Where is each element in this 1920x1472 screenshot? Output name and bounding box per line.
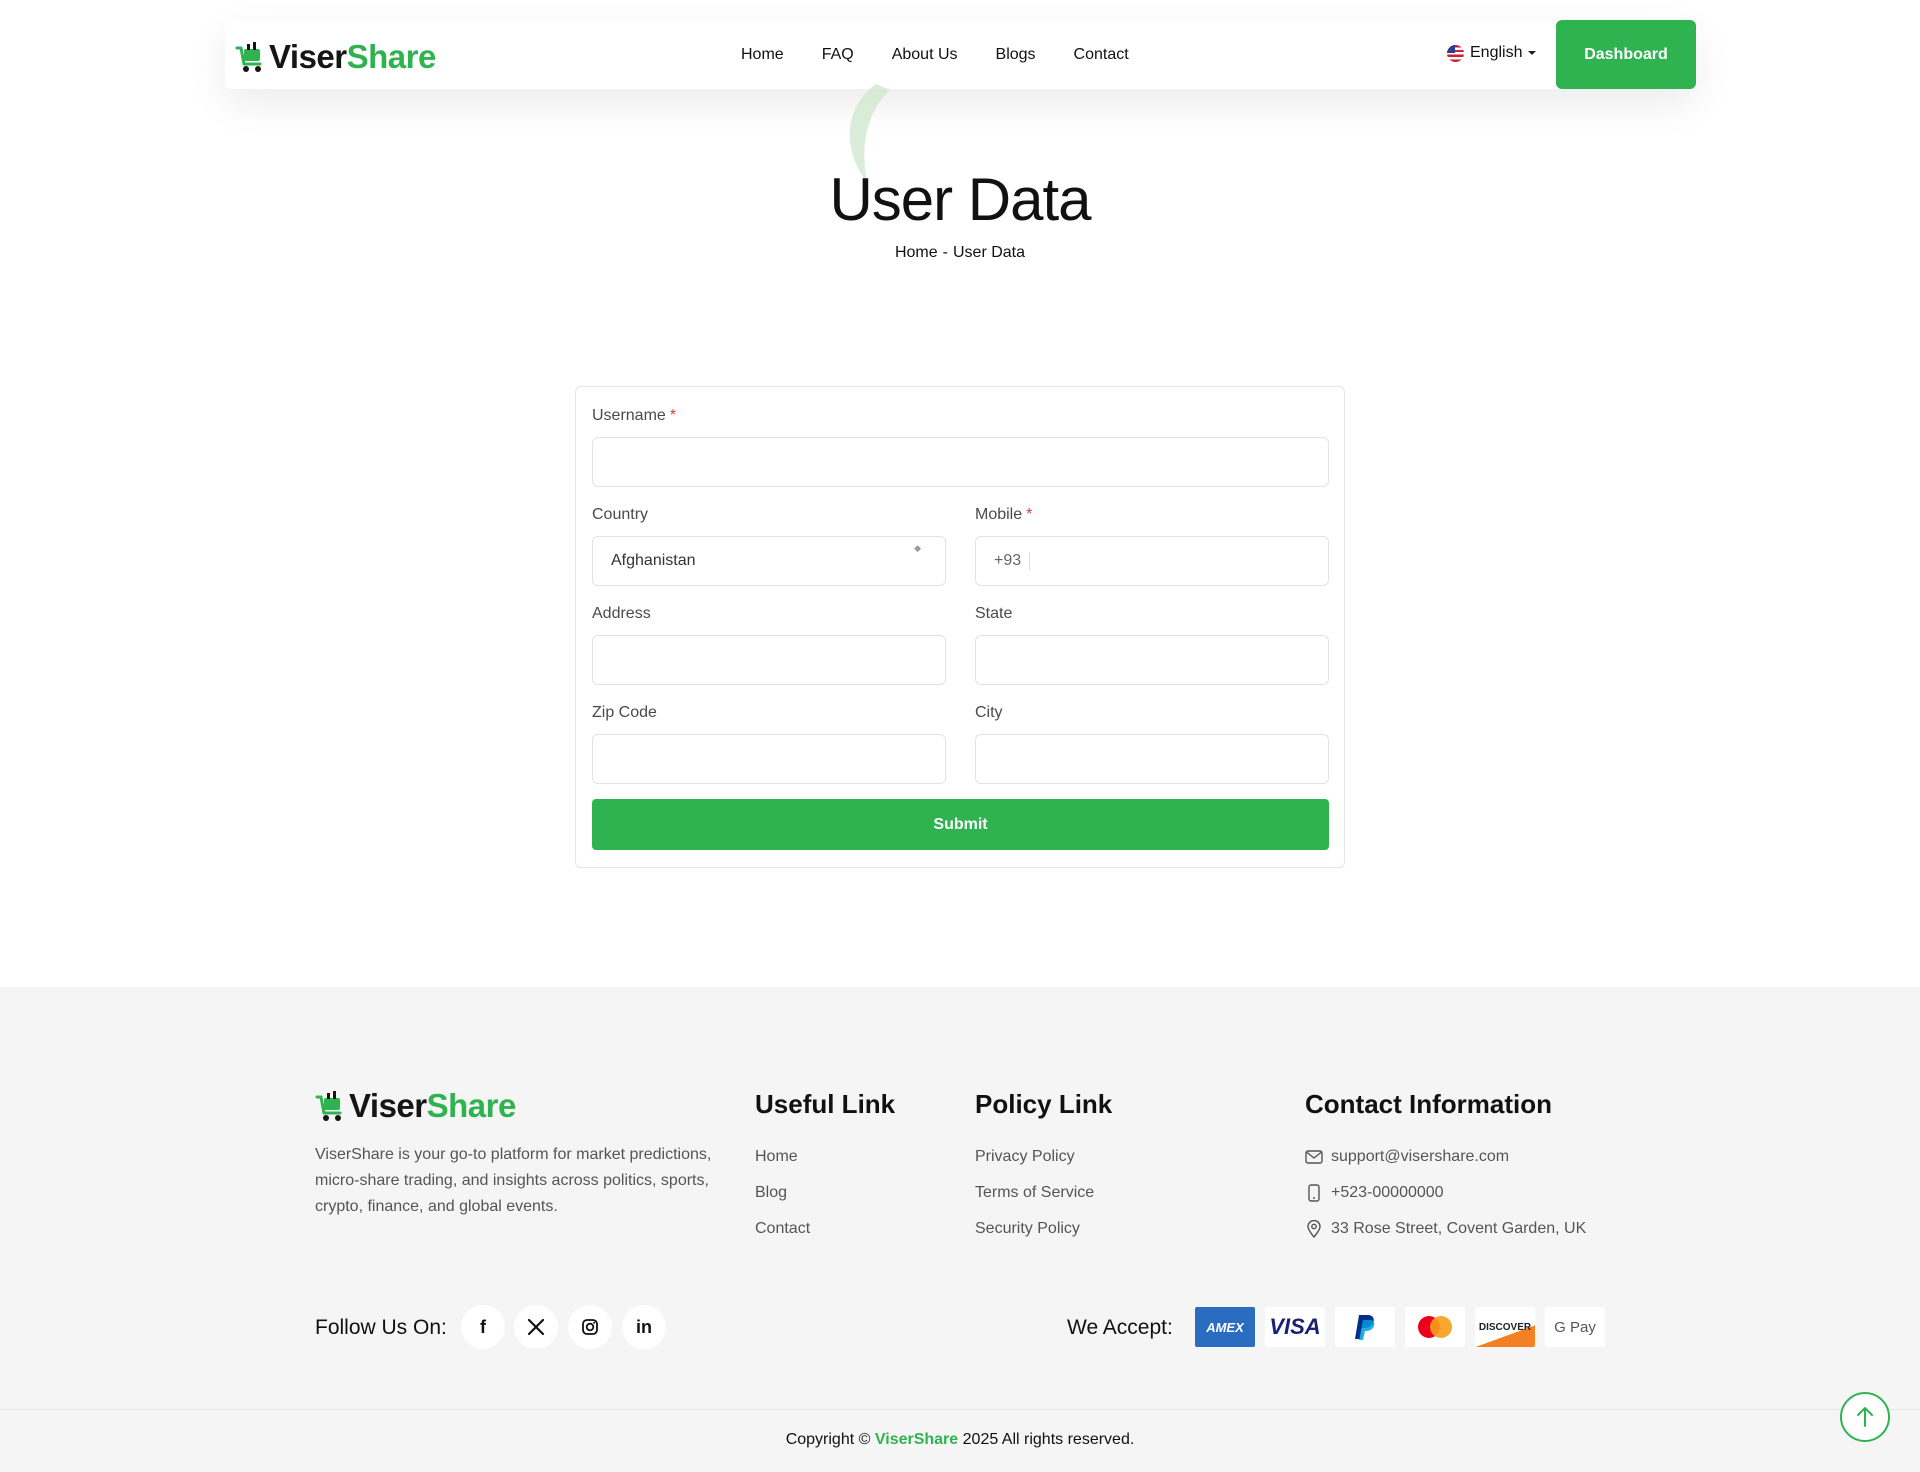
city-input[interactable]	[975, 734, 1329, 784]
page-title: User Data	[829, 166, 1091, 233]
contact-email[interactable]: support@visershare.com	[1305, 1139, 1586, 1175]
copyright-prefix: Copyright ©	[785, 1431, 871, 1448]
policy-link-list: Privacy Policy Terms of Service Security…	[975, 1139, 1094, 1247]
state-label: State	[975, 605, 1013, 622]
footer-link-contact[interactable]: Contact	[755, 1211, 810, 1247]
breadcrumb-separator: -	[942, 244, 948, 261]
mastercard-icon	[1405, 1307, 1465, 1347]
nav-contact[interactable]: Contact	[1074, 46, 1129, 64]
chevron-down-icon	[1528, 51, 1537, 55]
copyright-suffix: 2025 All rights reserved.	[962, 1431, 1135, 1448]
google-pay-icon: G Pay	[1545, 1307, 1605, 1347]
nav-blogs[interactable]: Blogs	[996, 46, 1036, 64]
nav-faq[interactable]: FAQ	[822, 46, 854, 64]
site-logo[interactable]: Viser Share	[235, 38, 436, 76]
contact-info-list: support@visershare.com +523-00000000 33 …	[1305, 1139, 1586, 1247]
mobile-country-code: +93	[994, 552, 1031, 570]
contact-address: 33 Rose Street, Covent Garden, UK	[1305, 1211, 1586, 1247]
state-input[interactable]	[975, 635, 1329, 685]
paypal-icon	[1335, 1307, 1395, 1347]
user-data-form: Username * Country Afghanistan ◆ Mobile * …	[575, 386, 1345, 868]
nav-about-us[interactable]: About Us	[892, 46, 958, 64]
nav-home[interactable]: Home	[741, 46, 784, 64]
linkedin-icon[interactable]: in	[622, 1305, 666, 1349]
country-value: Afghanistan	[611, 552, 696, 569]
language-label: English	[1470, 44, 1523, 61]
footer-divider	[0, 1409, 1920, 1410]
city-label: City	[975, 704, 1003, 721]
country-label: Country	[592, 506, 649, 523]
zip-code-label: Zip Code	[592, 704, 657, 721]
contact-info-heading: Contact Information	[1305, 1089, 1552, 1119]
site-footer: Viser Share ViserShare is your go-to plat…	[0, 987, 1920, 1472]
footer-link-security-policy[interactable]: Security Policy	[975, 1211, 1094, 1247]
required-mark: *	[669, 407, 677, 424]
discover-icon: DISCOVER	[1475, 1307, 1535, 1347]
x-icon[interactable]	[514, 1305, 558, 1349]
contact-address-text: 33 Rose Street, Covent Garden, UK	[1331, 1220, 1587, 1237]
breadcrumb-current: User Data	[952, 244, 1026, 261]
footer-description: ViserShare is your go-to platform for ma…	[315, 1146, 712, 1215]
us-flag-icon	[1447, 44, 1464, 62]
breadcrumb-home[interactable]: Home	[895, 244, 938, 261]
we-accept-label: We Accept:	[1067, 1316, 1173, 1339]
zip-code-input[interactable]	[592, 734, 946, 784]
cart-logo-icon	[235, 42, 262, 72]
mobile-input[interactable]: +93	[975, 536, 1329, 586]
footer-logo[interactable]: Viser Share	[315, 1087, 516, 1125]
logo-text-viser: Viser	[269, 38, 347, 75]
copyright: Copyright © ViserShare 2025 All rights r…	[0, 1431, 1920, 1449]
logo-text-share: Share	[426, 1087, 517, 1124]
phone-icon	[1305, 1184, 1323, 1202]
submit-button[interactable]: Submit	[592, 799, 1329, 850]
follow-us-label: Follow Us On:	[315, 1316, 447, 1339]
footer-link-blog[interactable]: Blog	[755, 1175, 810, 1211]
username-input[interactable]	[592, 437, 1329, 487]
breadcrumb: Home - User Data	[0, 244, 1920, 262]
logo-text-share: Share	[346, 38, 437, 75]
scroll-to-top-button[interactable]	[1840, 1392, 1890, 1442]
mobile-label: Mobile *	[975, 506, 1033, 523]
visa-icon: VISA	[1265, 1307, 1325, 1347]
country-select[interactable]: Afghanistan ◆	[592, 536, 946, 586]
footer-link-terms[interactable]: Terms of Service	[975, 1175, 1094, 1211]
logo-text-viser: Viser	[349, 1087, 427, 1124]
main-nav: Home FAQ About Us Blogs Contact	[741, 20, 1129, 89]
username-label: Username *	[592, 407, 677, 424]
useful-link-list: Home Blog Contact	[755, 1139, 810, 1247]
footer-link-privacy-policy[interactable]: Privacy Policy	[975, 1139, 1094, 1175]
amex-icon: AMEX	[1195, 1307, 1255, 1347]
footer-link-home[interactable]: Home	[755, 1139, 810, 1175]
mail-icon	[1305, 1148, 1323, 1166]
contact-phone-text: +523-00000000	[1331, 1184, 1444, 1201]
required-mark: *	[1026, 506, 1033, 523]
dashboard-button[interactable]: Dashboard	[1556, 20, 1696, 89]
contact-email-text: support@visershare.com	[1331, 1148, 1510, 1165]
arrow-up-icon	[1857, 1407, 1873, 1427]
contact-phone[interactable]: +523-00000000	[1305, 1175, 1586, 1211]
cart-logo-icon	[315, 1091, 342, 1121]
facebook-icon[interactable]: f	[461, 1305, 505, 1349]
site-header: Viser Share Home FAQ About Us Blogs Conta…	[225, 20, 1696, 89]
address-input[interactable]	[592, 635, 946, 685]
language-selector[interactable]: English	[1447, 44, 1537, 62]
useful-link-heading: Useful Link	[755, 1089, 896, 1119]
policy-link-heading: Policy Link	[975, 1089, 1113, 1119]
copyright-brand[interactable]: ViserShare	[875, 1431, 958, 1448]
location-pin-icon	[1305, 1220, 1323, 1238]
address-label: Address	[592, 605, 651, 622]
instagram-icon[interactable]	[568, 1305, 612, 1349]
select-arrow-icon: ◆	[914, 543, 921, 553]
